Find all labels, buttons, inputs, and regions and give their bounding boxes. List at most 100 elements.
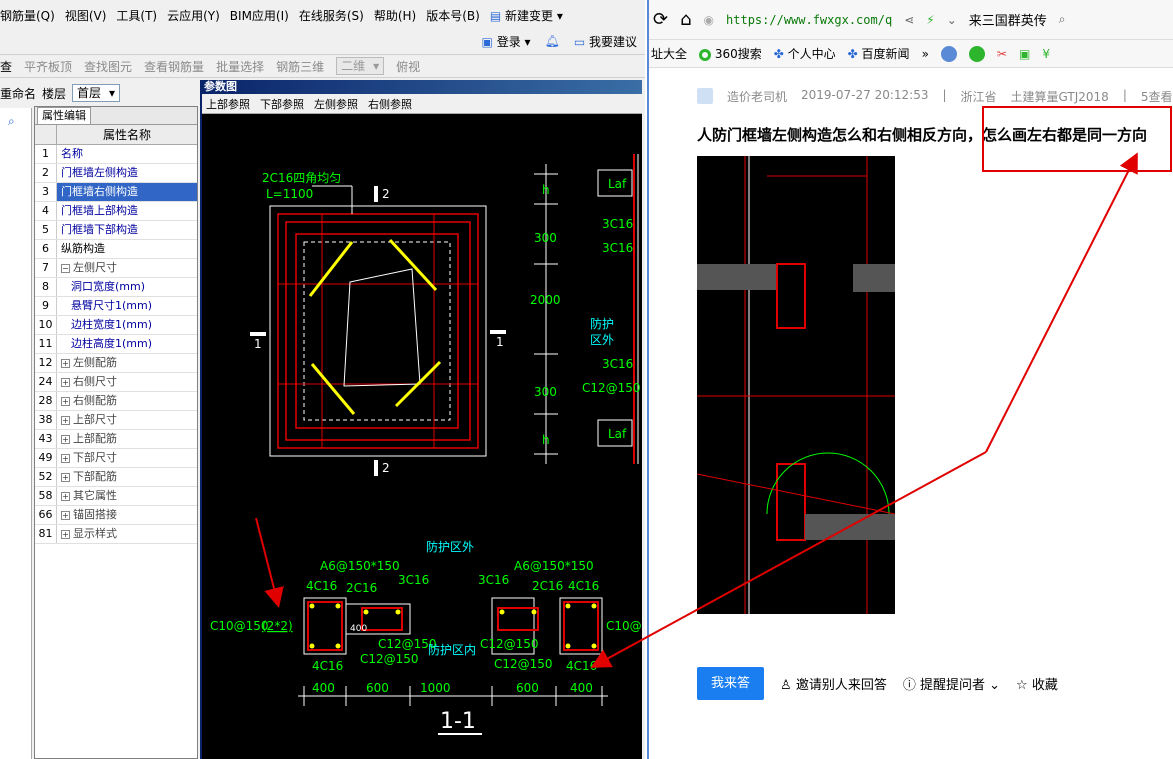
paw-icon: ✤ — [847, 47, 858, 61]
row-label: 锚固搭接 — [73, 508, 117, 521]
property-row[interactable]: 66 + 锚固搭接 — [35, 506, 197, 525]
bookmark-baidu-news[interactable]: ✤ 百度新闻 — [848, 45, 910, 62]
property-row[interactable]: 12 + 左侧配筋 — [35, 354, 197, 373]
expand-icon[interactable]: + — [61, 378, 70, 387]
cad-label-laf-bottom: Laf — [608, 427, 627, 441]
floor-select[interactable]: 首层 ▾ — [72, 84, 121, 102]
more-chevron-icon[interactable]: » — [922, 47, 929, 61]
expand-icon[interactable]: + — [61, 416, 70, 425]
expand-icon[interactable]: + — [61, 435, 70, 444]
lightning-icon[interactable]: ⚡︎ — [926, 13, 934, 27]
ref-right-button[interactable]: 右侧参照 — [368, 96, 412, 112]
row-name: + 锚固搭接 — [57, 506, 197, 524]
favorite-button[interactable]: ☆ 收藏 — [1016, 674, 1058, 693]
tab-property-edit[interactable]: 属性编辑 — [37, 107, 91, 124]
property-row[interactable]: 49 + 下部尺寸 — [35, 449, 197, 468]
menu-rebar[interactable]: 钢筋量(Q) — [0, 7, 55, 24]
property-row[interactable]: 8 洞口宽度(mm) — [35, 278, 197, 297]
ref-top-button[interactable]: 上部参照 — [206, 96, 250, 112]
batch-select-button[interactable]: 批量选择 — [216, 58, 264, 75]
expand-icon[interactable]: + — [61, 530, 70, 539]
view-rebar-qty-button[interactable]: 查看钢筋量 — [144, 58, 204, 75]
remind-button[interactable]: ⓘ 提醒提问者 ⌄ — [903, 674, 1000, 693]
property-row[interactable]: 6 纵筋构造 — [35, 240, 197, 259]
scissors-icon[interactable]: ✂ — [997, 47, 1007, 61]
property-row[interactable]: 52 + 下部配筋 — [35, 468, 197, 487]
property-row[interactable]: 58 + 其它属性 — [35, 487, 197, 506]
search-icon[interactable]: ⌕ — [8, 114, 15, 129]
check-button[interactable]: 查 — [0, 58, 12, 75]
translate-icon[interactable]: ▣ — [1019, 47, 1030, 61]
share-icon[interactable]: ⋖ — [904, 13, 914, 27]
search-box[interactable]: 来三国群英传 — [969, 10, 1047, 29]
expand-icon[interactable]: + — [61, 473, 70, 482]
chevron-down-icon[interactable]: ⌄ — [947, 13, 957, 27]
bookmark-sites[interactable]: 址大全 — [651, 45, 687, 62]
rename-button[interactable]: 重命名 — [0, 85, 36, 102]
menu-help[interactable]: 帮助(H) — [374, 7, 416, 24]
suggest-button[interactable]: ▭ 我要建议 — [574, 33, 637, 50]
view-2d-select[interactable]: 二维 ▾ — [336, 57, 385, 75]
menu-version[interactable]: 版本号(B) — [426, 7, 480, 24]
property-row[interactable]: 3 门框墙右侧构造 — [35, 183, 197, 202]
row-number: 9 — [35, 297, 57, 315]
expand-icon[interactable]: + — [61, 397, 70, 406]
menu-view[interactable]: 视图(V) — [65, 7, 107, 24]
menu-tools[interactable]: 工具(T) — [116, 7, 157, 24]
pause-circle-icon[interactable] — [968, 45, 985, 62]
cad-label-3c16-r: 3C16 — [478, 573, 509, 587]
author-name[interactable]: 造价老司机 — [727, 88, 787, 105]
property-row[interactable]: 4 门框墙上部构造 — [35, 202, 197, 221]
minus-circle-icon[interactable] — [940, 45, 957, 62]
cad-section-title: 1-1 — [440, 709, 476, 734]
ref-bottom-button[interactable]: 下部参照 — [260, 96, 304, 112]
property-row[interactable]: 7− 左侧尺寸 — [35, 259, 197, 278]
expand-icon[interactable]: + — [61, 492, 70, 501]
menu-bim[interactable]: BIM应用(I) — [230, 7, 289, 24]
top-view-button[interactable]: 俯视 — [396, 58, 420, 75]
menu-new-change[interactable]: ▤ 新建变更 ▾ — [490, 7, 563, 24]
360-icon — [699, 48, 712, 61]
menu-online[interactable]: 在线服务(S) — [299, 7, 364, 24]
cad-label-a6-left: A6@150*150 — [320, 559, 400, 573]
property-row[interactable]: 2 门框墙左侧构造 — [35, 164, 197, 183]
refresh-icon[interactable]: ⟳ — [653, 9, 668, 30]
row-name: + 显示样式 — [57, 525, 197, 543]
login-button[interactable]: ▣ 登录 ▾ — [482, 33, 531, 50]
menu-cloud[interactable]: 云应用(Y) — [167, 7, 220, 24]
collapse-icon[interactable]: − — [61, 264, 70, 273]
property-row[interactable]: 38 + 上部尺寸 — [35, 411, 197, 430]
property-row[interactable]: 1 名称 — [35, 145, 197, 164]
rebar-3d-button[interactable]: 钢筋三维 — [276, 58, 324, 75]
attachment-image[interactable] — [697, 156, 895, 614]
software-tag[interactable]: 土建算量GTJ2018 — [1011, 88, 1109, 105]
floor-label: 楼层 — [42, 86, 67, 101]
expand-icon[interactable]: + — [61, 454, 70, 463]
property-row[interactable]: 10 边柱宽度1(mm) — [35, 316, 197, 335]
answer-button[interactable]: 我来答 — [697, 667, 765, 700]
yen-icon[interactable]: ¥ — [1042, 47, 1050, 61]
property-row[interactable]: 9 悬臂尺寸1(mm) — [35, 297, 197, 316]
ref-left-button[interactable]: 左侧参照 — [314, 96, 358, 112]
search-icon[interactable]: ⌕ — [1059, 12, 1066, 27]
align-slab-top-button[interactable]: 平齐板顶 — [24, 58, 72, 75]
property-row[interactable]: 24 + 右侧尺寸 — [35, 373, 197, 392]
bell-icon[interactable]: 🔔︎ — [545, 34, 560, 48]
expand-icon[interactable]: + — [61, 359, 70, 368]
property-row[interactable]: 28 + 右侧配筋 — [35, 392, 197, 411]
property-row[interactable]: 81 + 显示样式 — [35, 525, 197, 544]
invite-button[interactable]: ♙ 邀请别人来回答 — [780, 674, 887, 693]
row-name: 悬臂尺寸1(mm) — [57, 297, 197, 315]
bookmark-360[interactable]: 360搜索 — [699, 45, 762, 62]
property-row[interactable]: 43 + 上部配筋 — [35, 430, 197, 449]
row-name: 名称 — [57, 145, 197, 163]
cad-label-4c16-tl: 4C16 — [306, 579, 337, 593]
property-row[interactable]: 5 门框墙下部构造 — [35, 221, 197, 240]
expand-icon[interactable]: + — [61, 511, 70, 520]
find-element-button[interactable]: 查找图元 — [84, 58, 132, 75]
address-bar[interactable]: https://www.fwxgx.com/q — [726, 13, 892, 27]
bookmark-user-center[interactable]: ✤ 个人中心 — [774, 45, 836, 62]
cad-dim-400-vertical: 400 — [350, 624, 367, 634]
home-icon[interactable]: ⌂ — [680, 9, 691, 30]
property-row[interactable]: 11 边柱高度1(mm) — [35, 335, 197, 354]
